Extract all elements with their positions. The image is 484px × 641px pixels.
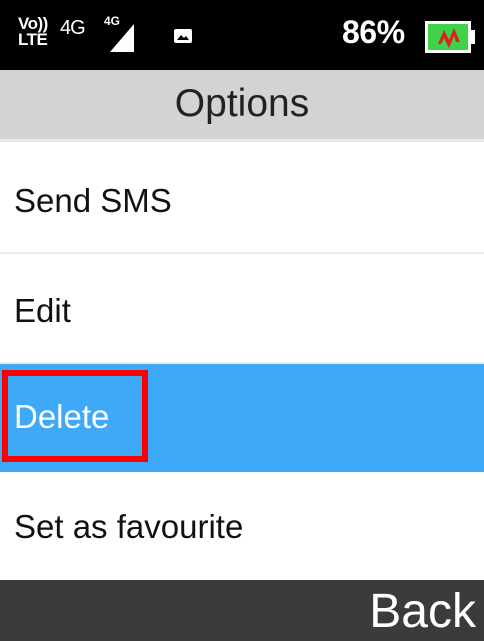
menu-item-label: Set as favourite [14,508,244,545]
softkey-bar: Back [0,580,484,641]
menu-item-label: Send SMS [14,182,172,219]
menu-item-label: Edit [14,292,71,329]
page-title: Options [174,82,310,125]
menu-item-send-sms[interactable]: Send SMS [0,146,484,254]
back-softkey[interactable]: Back [369,584,476,639]
phone-screen: Vo)) LTE 4G 4G 86% Options Send SMS Edit… [0,0,484,641]
volte-icon: Vo)) LTE [18,15,56,49]
battery-percent: 86% [342,14,405,50]
menu-item-edit[interactable]: Edit [0,256,484,364]
network-type: 4G [60,17,86,39]
signal-icon: 4G [104,14,138,54]
options-header: Options [0,70,484,142]
lte-label: LTE [18,30,48,49]
highlight-annotation-box [2,370,148,462]
status-bar: Vo)) LTE 4G 4G 86% [0,0,484,70]
battery-charging-icon [424,20,476,54]
menu-item-set-as-favourite[interactable]: Set as favourite [0,472,484,580]
gallery-icon [174,29,192,43]
